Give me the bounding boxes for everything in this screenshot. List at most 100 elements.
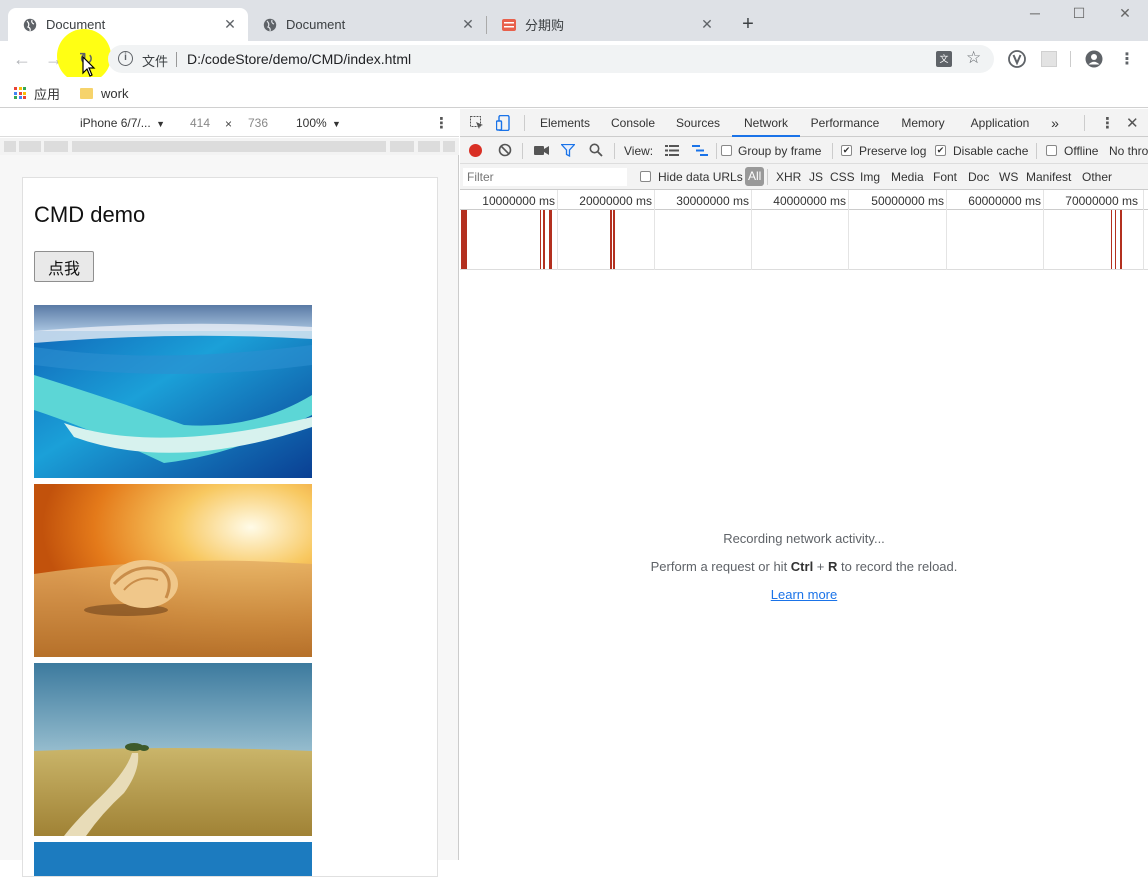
bookmark-label: work <box>101 85 129 101</box>
request-bar <box>461 210 467 269</box>
folder-icon <box>80 87 93 99</box>
screenshot-camera-icon[interactable] <box>534 145 549 159</box>
timeline-gridline <box>557 190 558 270</box>
hint-text: Perform a request or hit <box>650 559 791 574</box>
offline-checkbox[interactable] <box>1046 145 1057 156</box>
timeline-tick-label: 50000000 ms <box>871 194 944 208</box>
device-name: iPhone 6/7/... <box>80 116 151 130</box>
group-by-frame-label: Group by frame <box>738 144 822 158</box>
tab-elements[interactable]: Elements <box>532 109 598 137</box>
tab-console[interactable]: Console <box>604 109 662 137</box>
learn-more-link[interactable]: Learn more <box>748 587 860 602</box>
type-filter-img[interactable]: Img <box>860 170 880 184</box>
bookmark-label: 应用 <box>34 86 61 102</box>
disable-cache-label: Disable cache <box>953 144 1029 158</box>
ocean-reef-photo <box>34 305 312 478</box>
timeline-gridline <box>654 190 655 270</box>
type-filter-font[interactable]: Font <box>933 170 957 184</box>
type-filter-other[interactable]: Other <box>1082 170 1112 184</box>
timeline-tick-label: 10000000 ms <box>482 194 555 208</box>
type-filter-ws[interactable]: WS <box>999 170 1018 184</box>
extension-icon[interactable] <box>1038 48 1060 70</box>
device-viewport: CMD demo 点我 <box>0 155 459 877</box>
bookmark-work[interactable]: work <box>80 83 128 103</box>
mouse-cursor-icon <box>82 56 96 77</box>
type-filter-css[interactable]: CSS <box>830 170 855 184</box>
bookmark-apps[interactable]: 应用 <box>14 83 60 103</box>
throttling-select[interactable]: No thro <box>1109 144 1148 158</box>
new-tab-button[interactable]: + <box>736 12 760 36</box>
group-by-frame-checkbox[interactable] <box>721 145 732 156</box>
times-sign: × <box>225 117 233 131</box>
divider <box>716 143 717 159</box>
device-more-icon[interactable]: ⋮ <box>434 114 449 132</box>
tab-application[interactable]: Application <box>964 109 1036 137</box>
minimize-icon[interactable]: ─ <box>1024 4 1046 22</box>
devtools-close-icon[interactable]: ✕ <box>1126 114 1139 132</box>
filter-funnel-icon[interactable] <box>560 143 576 160</box>
clear-icon[interactable] <box>498 143 512 160</box>
width-input[interactable]: 414 <box>190 116 210 130</box>
divider <box>1036 143 1037 159</box>
timeline-tick-label: 70000000 ms <box>1065 194 1138 208</box>
preserve-log-checkbox[interactable]: ✔ <box>841 145 852 156</box>
large-rows-icon[interactable] <box>665 145 679 159</box>
maximize-icon[interactable]: ☐ <box>1068 4 1090 22</box>
waterfall-overview-icon[interactable] <box>692 145 708 159</box>
filter-input[interactable] <box>463 168 627 186</box>
timeline-tick-label: 20000000 ms <box>579 194 652 208</box>
request-bar <box>540 210 541 269</box>
tab-performance[interactable]: Performance <box>806 109 884 137</box>
bookmarks-bar: 应用 work <box>0 77 1148 108</box>
height-input[interactable]: 736 <box>248 116 268 130</box>
type-filter-js[interactable]: JS <box>809 170 823 184</box>
timeline-gridline <box>946 190 947 270</box>
more-tabs-icon[interactable]: » <box>1046 109 1064 137</box>
url-text[interactable]: D:/codeStore/demo/CMD/index.html <box>187 51 411 67</box>
timeline-header-line <box>460 209 1148 210</box>
omnibox[interactable]: i 文件 D:/codeStore/demo/CMD/index.html 文 … <box>108 45 994 73</box>
browser-tab-3[interactable]: 分期购 ✕ <box>487 8 725 41</box>
type-filter-xhr[interactable]: XHR <box>776 170 801 184</box>
network-overview-timeline[interactable]: 10000000 ms 20000000 ms 30000000 ms 4000… <box>460 190 1148 270</box>
tab-memory[interactable]: Memory <box>896 109 950 137</box>
device-toggle-icon[interactable] <box>495 114 510 134</box>
close-icon[interactable]: ✕ <box>222 16 238 32</box>
tab-network[interactable]: Network <box>732 109 800 137</box>
bookmark-star-icon[interactable]: ☆ <box>966 48 981 68</box>
translate-icon[interactable]: 文 <box>936 51 952 67</box>
vivaldi-extension-icon[interactable] <box>1006 48 1028 70</box>
info-icon[interactable]: i <box>118 51 133 66</box>
close-icon[interactable]: ✕ <box>460 16 476 32</box>
preserve-log-label: Preserve log <box>859 144 927 158</box>
inspect-element-icon[interactable] <box>470 116 484 133</box>
disable-cache-checkbox[interactable]: ✔ <box>935 145 946 156</box>
divider <box>767 169 768 185</box>
window-close-icon[interactable]: ✕ <box>1114 4 1136 22</box>
device-select[interactable]: iPhone 6/7/... ▼ <box>80 116 165 130</box>
menu-kebab-icon[interactable]: ⋮ <box>1116 48 1138 70</box>
browser-tab-2[interactable]: Document ✕ <box>248 8 486 41</box>
zoom-select[interactable]: 100% ▼ <box>296 116 341 130</box>
devtools-menu-icon[interactable]: ⋮ <box>1100 114 1115 132</box>
click-me-button[interactable]: 点我 <box>34 251 94 282</box>
toolbar-divider <box>1070 51 1071 67</box>
search-icon[interactable] <box>589 143 603 160</box>
type-filter-manifest[interactable]: Manifest <box>1026 170 1071 184</box>
type-filter-all[interactable]: All <box>745 167 765 186</box>
tab-title: Document <box>286 17 346 32</box>
media-query-ruler[interactable] <box>0 138 459 155</box>
type-filter-doc[interactable]: Doc <box>968 170 989 184</box>
grassland-road-photo <box>34 663 312 836</box>
timeline-gridline <box>751 190 752 270</box>
account-icon[interactable] <box>1083 48 1105 70</box>
back-arrow-icon[interactable]: ← <box>10 47 34 71</box>
close-icon[interactable]: ✕ <box>699 16 715 32</box>
browser-tab-1[interactable]: Document ✕ <box>8 8 248 41</box>
device-toolbar: iPhone 6/7/... ▼ 414 × 736 100% ▼ ⋮ <box>0 109 459 137</box>
hide-data-urls-checkbox[interactable] <box>640 171 651 182</box>
hide-data-urls-label: Hide data URLs <box>658 170 743 184</box>
type-filter-media[interactable]: Media <box>891 170 924 184</box>
tab-sources[interactable]: Sources <box>668 109 728 137</box>
record-icon[interactable] <box>469 144 482 157</box>
